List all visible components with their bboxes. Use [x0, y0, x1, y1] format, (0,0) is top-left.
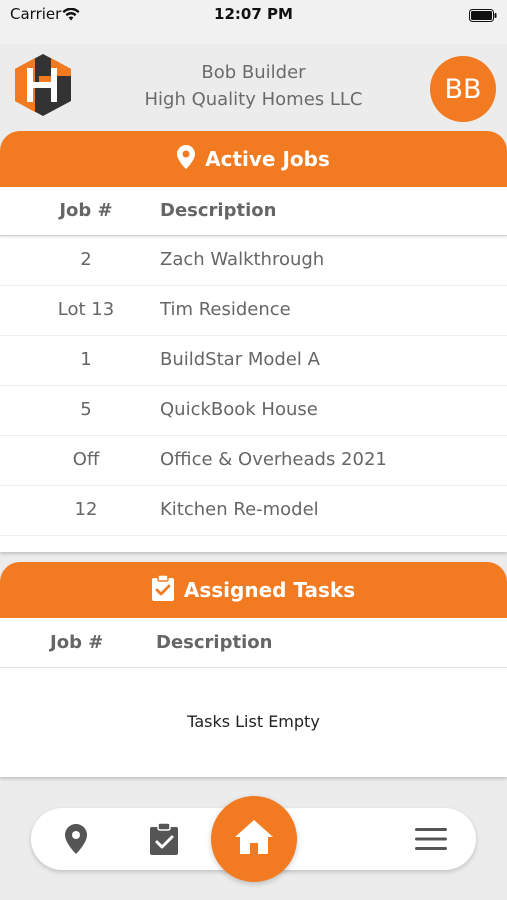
- assigned-tasks-title: Assigned Tasks: [183, 578, 356, 602]
- table-row[interactable]: Lot 13 Tim Residence: [0, 286, 507, 336]
- home-button[interactable]: [211, 796, 297, 882]
- job-description: QuickBook House: [160, 399, 318, 420]
- job-number: 1: [80, 349, 92, 370]
- table-row[interactable]: 5 QuickBook House: [0, 386, 507, 436]
- hamburger-menu-icon[interactable]: [413, 821, 449, 857]
- active-jobs-header: Active Jobs: [0, 131, 507, 187]
- app-header: Bob Builder High Quality Homes LLC BB: [0, 44, 507, 132]
- job-description: Zach Walkthrough: [160, 249, 325, 270]
- assigned-tasks-header: Assigned Tasks: [0, 562, 507, 618]
- map-pin-icon: [177, 144, 196, 174]
- job-description: Kitchen Re-model: [160, 499, 319, 520]
- table-row[interactable]: 12 Kitchen Re-model: [0, 486, 507, 536]
- clipboard-check-icon: [151, 573, 174, 606]
- table-row[interactable]: 2 Zach Walkthrough: [0, 236, 507, 286]
- assigned-tasks-card: Assigned Tasks Job # Description Tasks L…: [0, 562, 507, 777]
- avatar[interactable]: BB: [430, 56, 496, 122]
- active-jobs-title: Active Jobs: [205, 147, 330, 171]
- job-number: 5: [80, 399, 92, 420]
- home-icon: [235, 820, 273, 858]
- clipboard-check-icon[interactable]: [146, 821, 182, 857]
- job-number: 2: [80, 249, 92, 270]
- table-row[interactable]: Off Office & Overheads 2021: [0, 436, 507, 486]
- status-time: 12:07 PM: [214, 5, 293, 23]
- description-column-header: Description: [156, 632, 273, 653]
- table-row[interactable]: 1 BuildStar Model A: [0, 336, 507, 386]
- description-column-header: Description: [160, 200, 277, 221]
- status-bar: Carrier 12:07 PM: [0, 0, 507, 44]
- job-number: Off: [72, 449, 100, 470]
- job-number: Lot 13: [57, 299, 115, 320]
- jobs-table-header: Job # Description: [0, 187, 507, 236]
- map-pin-icon[interactable]: [58, 821, 94, 857]
- active-jobs-card: Active Jobs Job # Description 2 Zach Wal…: [0, 131, 507, 552]
- job-number: 12: [74, 499, 98, 520]
- job-description: Office & Overheads 2021: [160, 449, 387, 470]
- jobs-table-body: 2 Zach Walkthrough Lot 13 Tim Residence …: [0, 236, 507, 536]
- tasks-empty-message: Tasks List Empty: [187, 712, 320, 731]
- tasks-table-header: Job # Description: [0, 618, 507, 668]
- battery-icon: [469, 7, 497, 26]
- job-description: BuildStar Model A: [160, 349, 320, 370]
- job-number-column-header: Job #: [59, 200, 113, 221]
- job-number-column-header: Job #: [50, 632, 104, 653]
- job-description: Tim Residence: [160, 299, 291, 320]
